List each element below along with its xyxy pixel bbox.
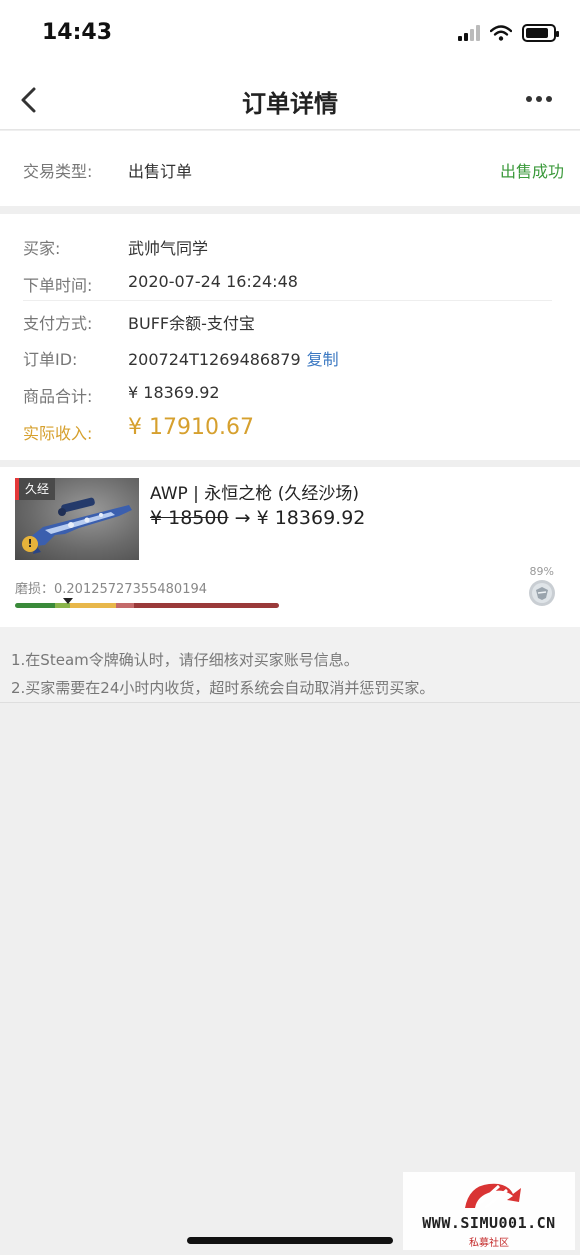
subtotal-value: ¥ 18369.92 — [128, 383, 220, 402]
status-bar: 14:43 — [0, 0, 580, 70]
wear-segment-ft — [70, 603, 116, 608]
order-id-value: 200724T1269486879 — [128, 350, 301, 369]
buyer-label: 买家: — [23, 239, 61, 258]
home-indicator — [187, 1237, 393, 1244]
more-button[interactable] — [526, 96, 552, 102]
subtotal-label: 商品合计: — [23, 387, 93, 406]
order-id-label: 订单ID: — [23, 350, 78, 369]
order-type-value: 出售订单 — [128, 162, 193, 181]
item-card[interactable]: 久经 ! AWP | 永恒之枪 (久经沙场) ¥ 18500 → ¥ 18369… — [0, 467, 580, 627]
watermark-text: WWW.SIMU001.CN — [422, 1214, 556, 1232]
wear-segment-fn — [15, 603, 55, 608]
watermark: WWW.SIMU001.CN 私募社区 — [403, 1172, 575, 1250]
warning-icon: ! — [22, 536, 38, 552]
status-time: 14:43 — [42, 20, 113, 45]
percent-label: 89% — [529, 565, 554, 578]
wear-label: 磨损：0.20125727355480194 — [15, 582, 208, 597]
order-time-value: 2020-07-24 16:24:48 — [128, 272, 298, 291]
order-details-section: 买家: 武帅气同学 下单时间: 2020-07-24 16:24:48 支付方式… — [0, 214, 580, 460]
item-name: AWP | 永恒之枪 (久经沙场) — [150, 484, 359, 504]
wear-bar — [15, 603, 279, 608]
more-dots-icon — [526, 96, 532, 102]
signal-icon — [458, 25, 480, 41]
payment-method-label: 支付方式: — [23, 314, 93, 333]
actual-income-label: 实际收入: — [23, 424, 93, 443]
actual-income-value: ¥ 17910.67 — [128, 415, 254, 440]
price-line: ¥ 18500 → ¥ 18369.92 — [150, 507, 365, 529]
arrow-icon: → — [234, 507, 251, 529]
buyer-value: 武帅气同学 — [128, 239, 209, 258]
page-title: 订单详情 — [242, 90, 338, 118]
notice-line-2: 2.买家需要在24小时内收货，超时系统会自动取消并惩罚买家。 — [11, 679, 435, 697]
final-price: ¥ 18369.92 — [256, 507, 366, 529]
battery-icon — [522, 24, 559, 42]
notice-section: 1.在Steam令牌确认时，请仔细核对买家账号信息。 2.买家需要在24小时内收… — [0, 627, 580, 703]
wear-segment-bs — [134, 603, 279, 608]
nav-bar: 订单详情 — [0, 70, 580, 130]
wear-segment-ww — [116, 603, 134, 608]
order-type-section: 交易类型: 出售订单 出售成功 — [0, 131, 580, 206]
shield-badge-icon[interactable] — [528, 579, 556, 607]
wear-marker — [63, 598, 73, 604]
payment-method-value: BUFF余额-支付宝 — [128, 314, 255, 333]
wifi-icon — [490, 25, 512, 41]
order-status: 出售成功 — [499, 162, 564, 181]
divider — [23, 300, 552, 301]
item-thumbnail[interactable]: 久经 ! — [15, 478, 139, 560]
watermark-subtext: 私募社区 — [469, 1238, 509, 1249]
status-icons — [458, 24, 559, 42]
copy-button[interactable]: 复制 — [307, 350, 339, 369]
order-time-label: 下单时间: — [23, 276, 93, 295]
order-id-row: 200724T1269486879 复制 — [128, 346, 339, 370]
watermark-logo-icon — [465, 1183, 521, 1210]
original-price: ¥ 18500 — [150, 507, 229, 529]
notice-line-1: 1.在Steam令牌确认时，请仔细核对买家账号信息。 — [11, 651, 359, 669]
wear-tag: 久经 — [15, 478, 56, 500]
order-type-label: 交易类型: — [23, 162, 93, 181]
